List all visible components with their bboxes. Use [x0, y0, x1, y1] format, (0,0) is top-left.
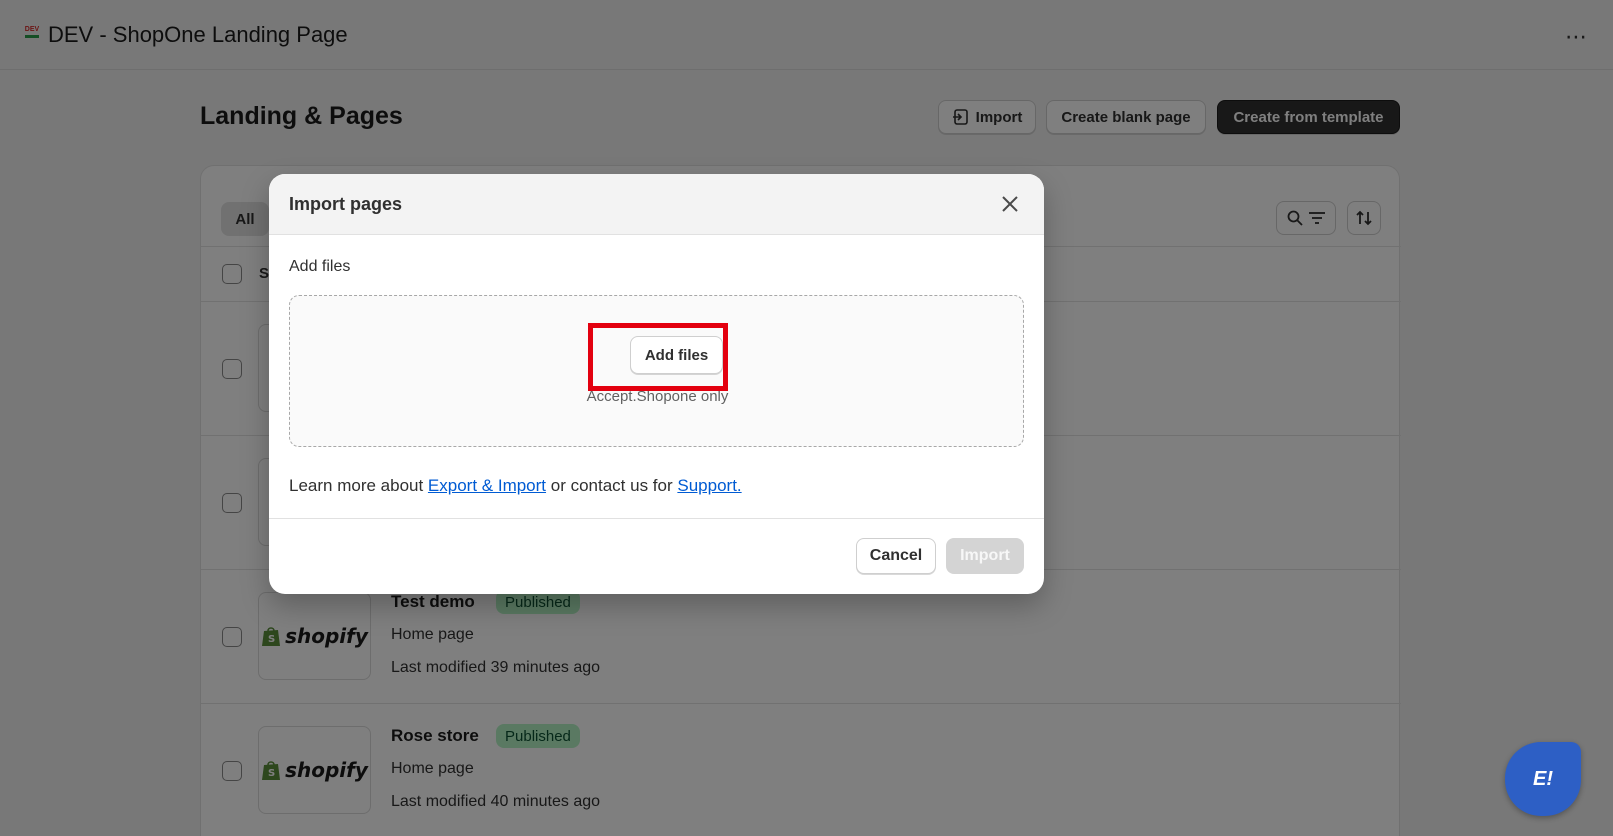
modal-footer: Cancel Import — [269, 518, 1044, 594]
cancel-button[interactable]: Cancel — [856, 538, 936, 574]
import-pages-modal: Import pages Add files Add files Accept.… — [269, 174, 1044, 594]
import-submit-button[interactable]: Import — [946, 538, 1024, 574]
add-files-label: Add files — [289, 258, 351, 275]
help-text-middle: or contact us for — [546, 476, 678, 495]
help-text: Learn more about Export & Import or cont… — [289, 476, 742, 496]
support-link[interactable]: Support. — [677, 476, 741, 495]
add-files-button[interactable]: Add files — [630, 336, 723, 374]
modal-title: Import pages — [289, 194, 403, 214]
accept-note: Accept.Shopone only — [586, 388, 729, 405]
close-icon[interactable] — [998, 192, 1022, 216]
chat-widget-button[interactable]: E! — [1505, 742, 1581, 816]
help-text-prefix: Learn more about — [289, 476, 428, 495]
chat-icon: E! — [1533, 767, 1553, 790]
modal-header: Import pages — [269, 174, 1044, 235]
export-import-link[interactable]: Export & Import — [428, 476, 546, 495]
file-dropzone[interactable]: Add files Accept.Shopone only — [289, 295, 1024, 447]
